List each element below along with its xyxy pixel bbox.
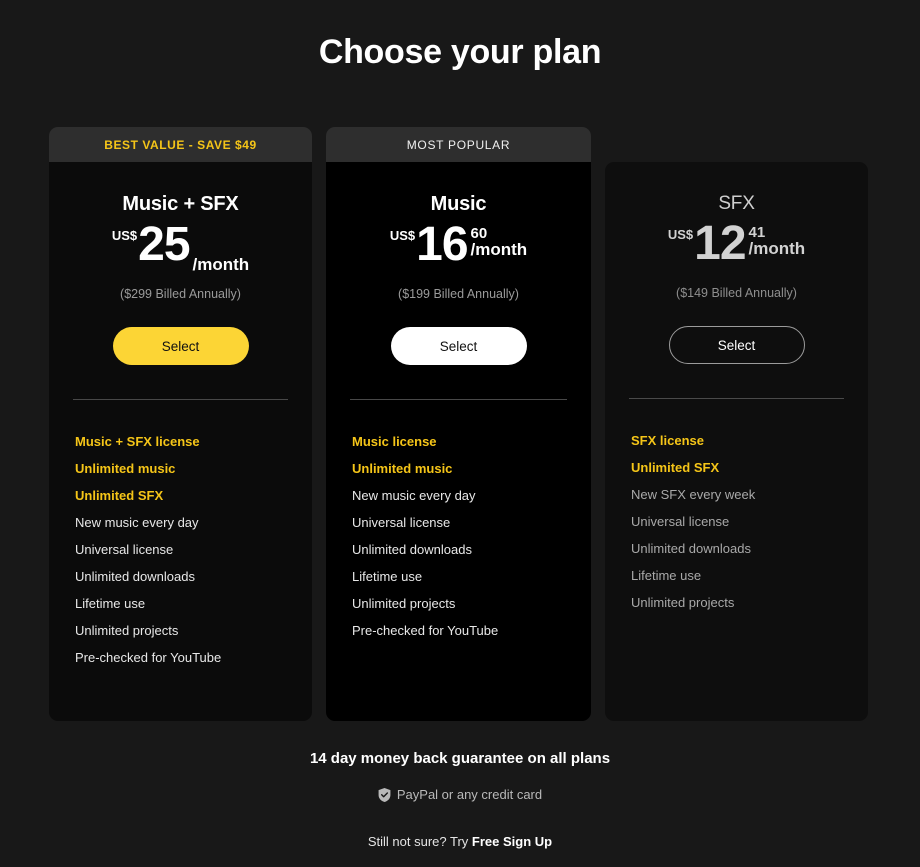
list-item: Unlimited music <box>352 461 453 476</box>
price-currency: US$ <box>667 227 694 242</box>
plan-feature-list: Music license Unlimited music New music … <box>350 428 567 644</box>
plans-container: BEST VALUE - SAVE $49 Music + SFX US$ 25… <box>0 127 920 727</box>
plan-card-music[interactable]: MOST POPULAR Music US$ 16 60 /month ($19… <box>326 127 591 721</box>
list-item: New music every day <box>75 515 199 530</box>
list-item: Pre-checked for YouTube <box>75 650 222 665</box>
price-cents: 60 <box>470 225 488 242</box>
select-button-music[interactable]: Select <box>390 327 527 365</box>
price-whole: 25 <box>138 218 190 271</box>
price-period: /month <box>748 239 806 258</box>
list-item: Unlimited downloads <box>631 541 751 556</box>
list-item: Universal license <box>352 515 451 530</box>
list-item: New SFX every week <box>631 487 756 502</box>
price-whole: 12 <box>694 217 746 270</box>
plan-body: SFX US$ 12 41 /month ($149 Billed Annual… <box>605 162 868 721</box>
plan-card-sfx[interactable]: SFX US$ 12 41 /month ($149 Billed Annual… <box>605 162 868 721</box>
price-suffix: 60 /month <box>471 222 528 260</box>
payment-methods-label: PayPal or any credit card <box>396 787 543 802</box>
list-item: Lifetime use <box>352 569 423 584</box>
plan-price: US$ 16 60 /month <box>389 218 528 280</box>
plan-name: Music + SFX <box>122 193 239 215</box>
free-sign-up-link[interactable]: Free Sign Up <box>472 834 552 849</box>
still-not-sure-prefix: Still not sure? Try <box>367 834 472 849</box>
plan-billed-note: ($299 Billed Annually) <box>120 287 241 301</box>
list-item: Music + SFX license <box>75 434 200 449</box>
still-not-sure: Still not sure? Try Free Sign Up <box>0 834 920 849</box>
plan-price: US$ 25 /month <box>111 218 250 280</box>
footer: 14 day money back guarantee on all plans… <box>0 750 920 849</box>
money-back-guarantee: 14 day money back guarantee on all plans <box>309 750 611 767</box>
list-item: Unlimited SFX <box>631 460 720 475</box>
price-period: /month <box>192 255 250 275</box>
price-cents: 41 <box>748 224 766 241</box>
list-item: Unlimited projects <box>631 595 735 610</box>
plan-divider <box>73 399 288 400</box>
payment-methods: PayPal or any credit card <box>0 787 920 802</box>
list-item: Pre-checked for YouTube <box>352 623 499 638</box>
page-title: Choose your plan <box>318 33 602 71</box>
list-item: Unlimited SFX <box>75 488 164 503</box>
price-currency: US$ <box>111 228 138 243</box>
list-item: Universal license <box>631 514 730 529</box>
list-item: New music every day <box>352 488 476 503</box>
select-button-music-sfx[interactable]: Select <box>112 327 249 365</box>
plan-feature-list: SFX license Unlimited SFX New SFX every … <box>629 427 844 616</box>
list-item: SFX license <box>631 433 704 448</box>
plan-ribbon-most-popular: MOST POPULAR <box>326 127 591 162</box>
plan-divider <box>629 398 844 399</box>
price-suffix: 41 /month <box>749 221 806 259</box>
plan-billed-note: ($199 Billed Annually) <box>398 287 519 301</box>
plan-billed-note: ($149 Billed Annually) <box>676 286 797 300</box>
price-whole: 16 <box>416 218 468 271</box>
plan-body: Music US$ 16 60 /month ($199 Billed Annu… <box>326 162 591 721</box>
select-button-sfx[interactable]: Select <box>668 326 805 364</box>
plan-price: US$ 12 41 /month <box>667 217 806 279</box>
price-period: /month <box>470 240 528 259</box>
list-item: Unlimited projects <box>352 596 456 611</box>
shield-check-icon <box>378 787 391 802</box>
plan-ribbon-best-value: BEST VALUE - SAVE $49 <box>49 127 312 162</box>
list-item: Lifetime use <box>631 568 702 583</box>
price-suffix: /month <box>193 256 250 280</box>
plan-body: Music + SFX US$ 25 /month ($299 Billed A… <box>49 162 312 721</box>
list-item: Music license <box>352 434 437 449</box>
plan-name: Music <box>430 193 487 215</box>
plan-card-music-sfx[interactable]: BEST VALUE - SAVE $49 Music + SFX US$ 25… <box>49 127 312 721</box>
list-item: Unlimited downloads <box>75 569 195 584</box>
list-item: Unlimited music <box>75 461 176 476</box>
price-currency: US$ <box>389 228 416 243</box>
plan-divider <box>350 399 567 400</box>
plan-name: SFX <box>718 193 755 214</box>
list-item: Universal license <box>75 542 174 557</box>
list-item: Lifetime use <box>75 596 146 611</box>
list-item: Unlimited projects <box>75 623 179 638</box>
plan-feature-list: Music + SFX license Unlimited music Unli… <box>73 428 288 671</box>
list-item: Unlimited downloads <box>352 542 472 557</box>
